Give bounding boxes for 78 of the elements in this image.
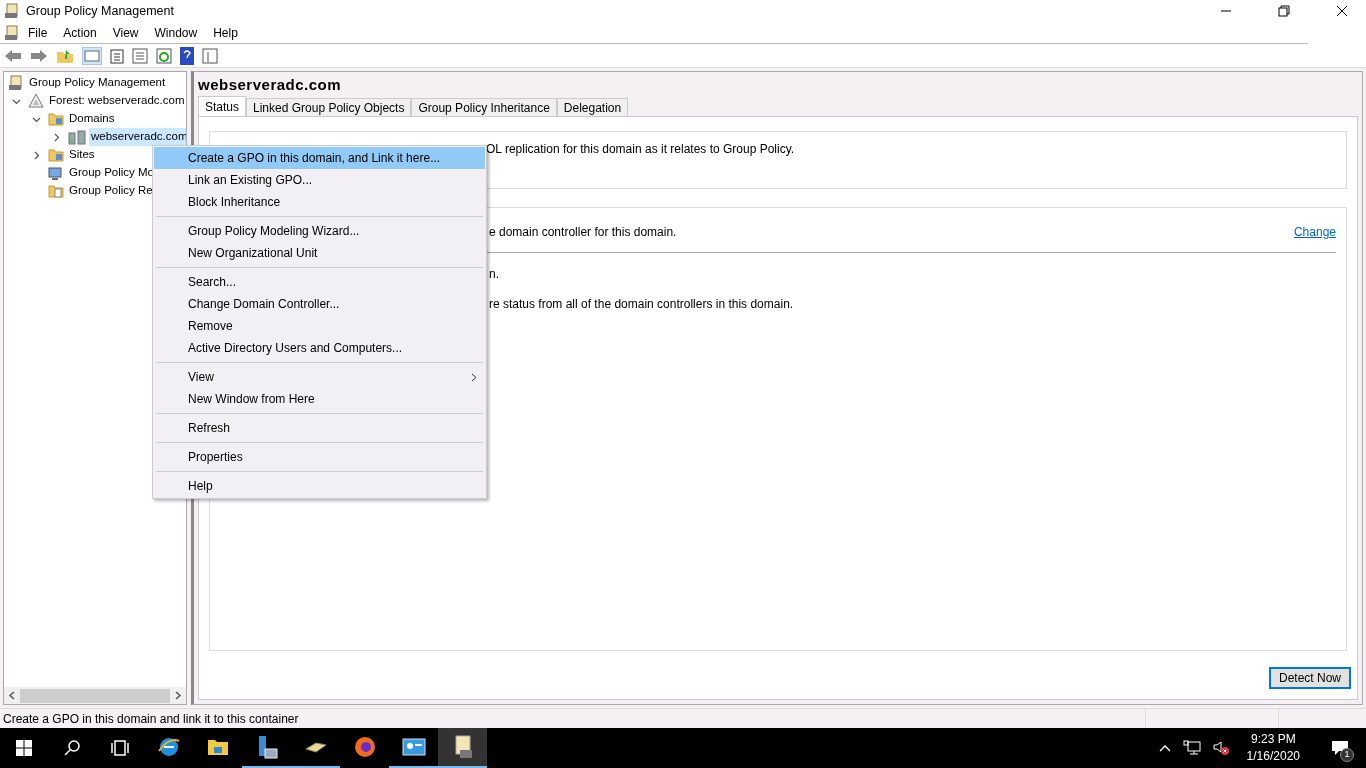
menu-item[interactable]: Help bbox=[154, 475, 485, 497]
menu-item[interactable]: Action bbox=[55, 23, 105, 42]
network-icon[interactable] bbox=[1182, 740, 1201, 756]
scroll-icon bbox=[4, 24, 20, 41]
tree-item[interactable]: Domains bbox=[67, 110, 117, 128]
menu-item[interactable]: Refresh bbox=[154, 417, 485, 439]
menu-item[interactable]: Remove bbox=[154, 315, 485, 337]
section-text: e domain controller for this domain. bbox=[489, 224, 677, 241]
section-text: re status from all of the domain controllers in this domain. bbox=[489, 296, 795, 313]
folder-icon bbox=[48, 147, 64, 163]
tree-item[interactable]: Sites bbox=[67, 146, 97, 164]
clipboard-icon[interactable] bbox=[110, 47, 124, 64]
notification-icon bbox=[1331, 740, 1349, 756]
menu-item[interactable]: Active Directory Users and Computers... bbox=[154, 337, 485, 359]
tree-item[interactable]: Group Policy Management bbox=[27, 74, 168, 92]
menu-item[interactable]: Window bbox=[146, 23, 206, 42]
horizontal-scrollbar[interactable] bbox=[4, 687, 186, 704]
tab[interactable]: Status bbox=[198, 96, 247, 116]
folder-up-icon[interactable] bbox=[56, 47, 74, 64]
menu-item[interactable]: View bbox=[154, 366, 485, 388]
back-arrow-icon[interactable] bbox=[4, 48, 22, 63]
tree-item[interactable]: Forest: webserveradc.com bbox=[47, 92, 186, 110]
status-text: Create a GPO in this domain and link it to this container bbox=[2, 710, 300, 728]
restore-icon[interactable] bbox=[1278, 5, 1290, 17]
tab[interactable]: Delegation bbox=[556, 98, 629, 116]
clock-time: 9:23 PM bbox=[1250, 731, 1296, 748]
menu-item[interactable]: File bbox=[20, 23, 56, 42]
menu-item[interactable]: Change Domain Controller... bbox=[154, 293, 485, 315]
chevron-right-icon[interactable] bbox=[174, 691, 182, 700]
computer-icon bbox=[48, 165, 64, 181]
tab[interactable]: Linked Group Policy Objects bbox=[246, 98, 412, 116]
section-text: n. bbox=[489, 266, 500, 283]
section-text: OL replication for this domain as it relates to Group Policy. bbox=[486, 142, 795, 156]
chevron-right-icon bbox=[32, 150, 41, 160]
menu-item[interactable]: Properties bbox=[154, 446, 485, 468]
menu-item[interactable]: New Organizational Unit bbox=[154, 242, 485, 264]
windows-logo-icon bbox=[16, 740, 32, 756]
globe-e-icon bbox=[156, 735, 181, 759]
domain-heading: webserveradc.com bbox=[198, 74, 343, 95]
change-link[interactable]: Change bbox=[1293, 223, 1336, 241]
document-icon bbox=[48, 183, 64, 199]
menu-item[interactable]: Help bbox=[205, 23, 246, 42]
refresh-icon[interactable] bbox=[156, 47, 172, 64]
menu-item[interactable]: View bbox=[104, 23, 147, 42]
close-icon[interactable] bbox=[1336, 5, 1348, 17]
folder-icon bbox=[48, 111, 64, 127]
menu-item[interactable]: Block Inheritance bbox=[154, 191, 485, 213]
clock[interactable]: 9:23 PM 1/16/2020 bbox=[1242, 731, 1304, 765]
tree-item[interactable]: webserveradc.com bbox=[89, 128, 186, 146]
taskbar-app[interactable] bbox=[438, 728, 487, 768]
tab[interactable]: Group Policy Inheritance bbox=[411, 98, 557, 116]
menu-item[interactable]: Link an Existing GPO... bbox=[154, 169, 485, 191]
window-title: Group Policy Management bbox=[26, 2, 174, 20]
chevron-right-icon bbox=[52, 132, 61, 142]
menu-item[interactable]: Create a GPO in this domain, and Link it here... bbox=[154, 147, 485, 169]
chart-window-icon bbox=[401, 735, 426, 759]
help-icon[interactable] bbox=[180, 46, 194, 65]
task-view-icon bbox=[110, 740, 130, 756]
menu-item[interactable]: New Window from Here bbox=[154, 388, 485, 410]
scroll-icon bbox=[4, 3, 20, 19]
detect-now-button[interactable]: Detect Now bbox=[1268, 667, 1351, 689]
tree-item[interactable]: Group Policy Re bbox=[67, 182, 155, 200]
action-center-button[interactable]: 1 bbox=[1328, 736, 1352, 760]
scroll-icon bbox=[8, 75, 24, 91]
server-icon bbox=[68, 129, 86, 145]
search-icon bbox=[63, 739, 81, 757]
menu-item[interactable]: Group Policy Modeling Wizard... bbox=[154, 220, 485, 242]
triangle-icon bbox=[28, 93, 44, 109]
chevron-left-icon[interactable] bbox=[8, 691, 16, 700]
pane-toggle-icon[interactable] bbox=[82, 46, 102, 65]
clock-date: 1/16/2020 bbox=[1246, 748, 1300, 765]
notification-count: 1 bbox=[1340, 748, 1354, 762]
chevron-up-icon[interactable] bbox=[1158, 744, 1171, 752]
fox-globe-icon bbox=[352, 735, 377, 759]
menu-item[interactable]: Search... bbox=[154, 271, 485, 293]
forward-arrow-icon[interactable] bbox=[30, 48, 48, 63]
muted-speaker-icon[interactable] bbox=[1212, 740, 1231, 756]
chevron-right-icon bbox=[471, 372, 477, 382]
